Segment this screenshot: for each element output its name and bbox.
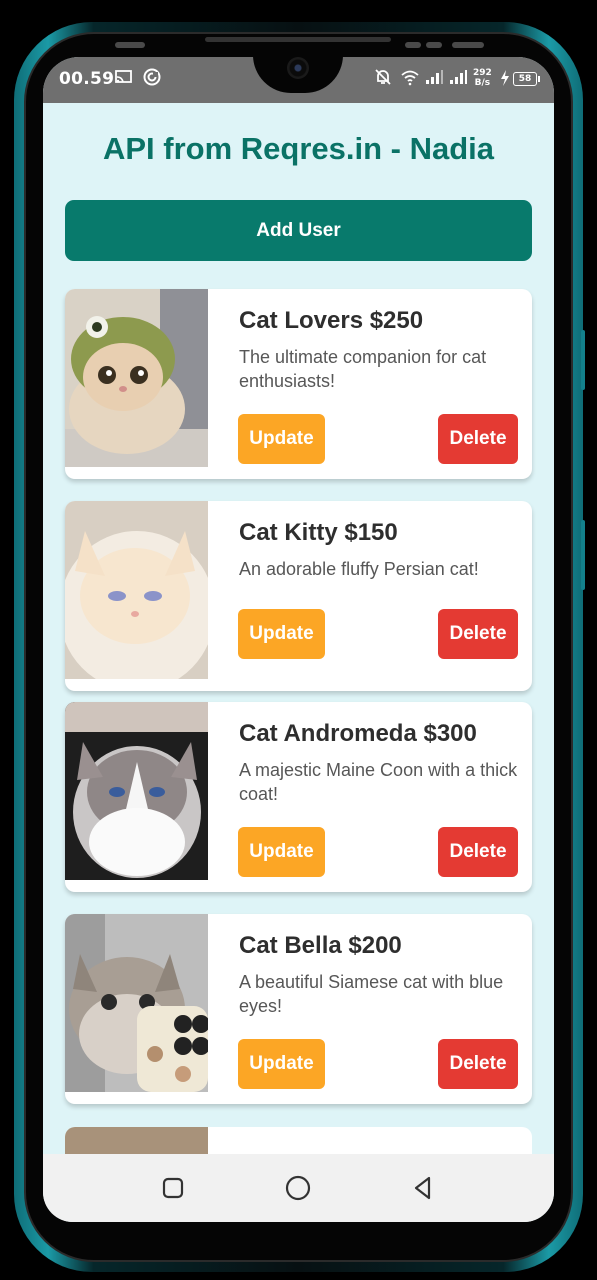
product-card: Cat Kitty $150 An adorable fluffy Persia… (65, 501, 532, 691)
volume-button (581, 330, 585, 390)
card-title: Cat Bella $200 (239, 932, 402, 959)
cat-photo (65, 914, 208, 1092)
screen-cast-icon (115, 69, 133, 89)
back-icon (414, 1176, 431, 1200)
page-title: API from Reqres.in - Nadia (102, 131, 495, 166)
cat-photo (65, 501, 208, 679)
signal-icon (449, 68, 467, 90)
update-button[interactable]: Update (238, 609, 325, 659)
sensor (405, 42, 421, 48)
home-icon (285, 1175, 311, 1201)
screen: 00.59 292 B/s 58 API from Reqres.in - Na… (43, 57, 554, 1222)
delete-button[interactable]: Delete (438, 1039, 518, 1089)
wifi-icon (401, 68, 419, 90)
card-description: A majestic Maine Coon with a thick coat! (239, 760, 518, 804)
sensor (115, 42, 145, 48)
sync-icon (143, 68, 161, 90)
card-description: The ultimate companion for cat enthusias… (239, 347, 487, 391)
front-camera (287, 57, 309, 79)
network-speed-value: 292 (473, 68, 492, 78)
delete-button[interactable]: Delete (438, 414, 518, 464)
sensor (452, 42, 484, 48)
card-title: Cat Kitty $150 (239, 519, 398, 546)
update-button[interactable]: Update (238, 827, 325, 877)
product-card: Cat Lovers $250 The ultimate companion f… (65, 289, 532, 479)
update-button[interactable]: Update (238, 1039, 325, 1089)
delete-button[interactable]: Delete (438, 609, 518, 659)
recents-icon (162, 1177, 184, 1199)
update-button[interactable]: Update (238, 414, 325, 464)
cat-photo (65, 702, 208, 880)
charging-icon (500, 70, 510, 90)
sensor (426, 42, 442, 48)
signal-icon (425, 68, 443, 90)
earpiece-speaker (205, 37, 391, 42)
delete-button[interactable]: Delete (438, 827, 518, 877)
battery-indicator: 58 (513, 72, 540, 86)
card-description: A beautiful Siamese cat with blue eyes! (239, 972, 504, 1016)
cat-photo (65, 289, 208, 467)
network-speed: 292 B/s (473, 68, 492, 88)
recents-button[interactable] (157, 1172, 189, 1204)
card-title: Cat Andromeda $300 (239, 720, 477, 747)
power-button (581, 520, 585, 590)
bell-off-icon (374, 68, 392, 90)
card-description: An adorable fluffy Persian cat! (239, 559, 479, 579)
navigation-bar (43, 1154, 554, 1222)
product-card: Cat Andromeda $300 A majestic Maine Coon… (65, 702, 532, 892)
status-bar: 00.59 292 B/s 58 (43, 57, 554, 103)
add-user-button[interactable]: Add User (65, 200, 532, 261)
card-title: Cat Lovers $250 (239, 307, 424, 334)
home-button[interactable] (282, 1172, 314, 1204)
back-button[interactable] (407, 1172, 439, 1204)
network-speed-unit: B/s (474, 78, 491, 88)
product-card: Cat Bella $200 A beautiful Siamese cat w… (65, 914, 532, 1104)
status-time: 00.59 (59, 69, 115, 89)
